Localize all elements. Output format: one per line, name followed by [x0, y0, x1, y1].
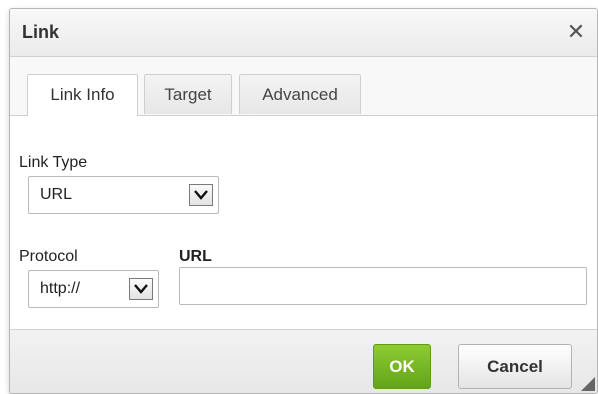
ok-button[interactable]: OK [373, 344, 431, 389]
link-type-label: Link Type [19, 154, 88, 171]
tab-bar: Link Info Target Advanced [10, 57, 597, 116]
protocol-select[interactable]: http:// [28, 270, 159, 308]
tab-link-info[interactable]: Link Info [27, 74, 138, 116]
link-dialog: Link ✕ Link Info Target Advanced Link Ty… [9, 8, 598, 394]
link-type-value: URL [40, 186, 73, 203]
link-type-select[interactable]: URL [28, 176, 219, 214]
tab-advanced[interactable]: Advanced [239, 74, 361, 114]
dialog-footer: OK Cancel [10, 329, 597, 393]
url-input[interactable] [179, 267, 587, 305]
dialog-title-bar[interactable]: Link ✕ [10, 9, 597, 57]
cancel-button[interactable]: Cancel [458, 344, 572, 389]
chevron-down-icon[interactable] [189, 184, 213, 206]
chevron-down-icon[interactable] [129, 278, 153, 300]
tab-target[interactable]: Target [144, 74, 232, 114]
close-icon[interactable]: ✕ [565, 21, 587, 43]
dialog-title: Link [22, 22, 60, 42]
protocol-value: http:// [40, 280, 81, 297]
protocol-label: Protocol [19, 248, 78, 265]
url-label: URL [179, 248, 212, 265]
resize-grip-icon[interactable] [581, 377, 595, 391]
